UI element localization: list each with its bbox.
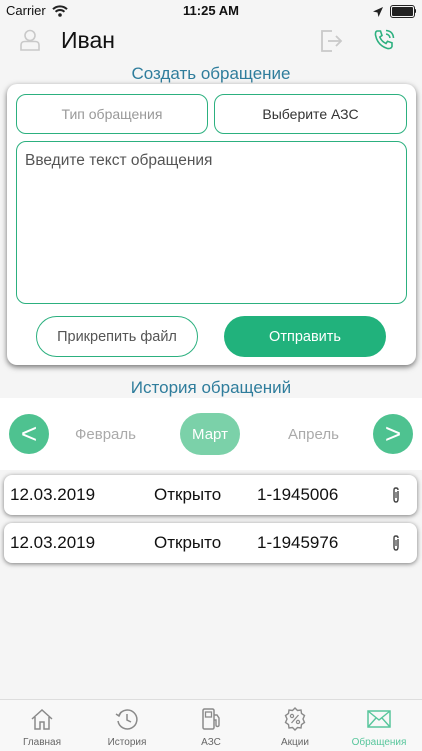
request-type-select[interactable]: Тип обращения: [16, 94, 208, 134]
home-icon: [29, 706, 55, 737]
row-date: 12.03.2019: [10, 485, 96, 504]
status-bar: Carrier 11:25 AM: [0, 0, 422, 22]
tab-requests[interactable]: Обращения: [337, 700, 421, 750]
tab-history[interactable]: История: [85, 700, 169, 750]
tab-label: Обращения: [351, 737, 407, 748]
location-arrow-icon: [372, 5, 384, 23]
create-request-title: Создать обращение: [131, 64, 291, 83]
month-prev-label[interactable]: Февраль: [75, 426, 136, 443]
tab-gas-stations[interactable]: АЗС: [169, 700, 253, 750]
logout-icon[interactable]: [318, 28, 344, 59]
tab-label: История: [107, 737, 147, 748]
envelope-icon: [365, 706, 393, 737]
tab-label: АЗС: [201, 737, 221, 748]
table-row[interactable]: 12.03.2019 Открыто 1-1945976: [4, 523, 417, 563]
tab-home[interactable]: Главная: [0, 700, 84, 750]
attach-file-button[interactable]: Прикрепить файл: [36, 316, 198, 357]
paperclip-icon[interactable]: [390, 486, 402, 509]
row-status: Открыто: [154, 533, 222, 552]
tab-label: Акции: [281, 737, 309, 748]
row-status: Открыто: [154, 485, 222, 504]
battery-tip: [414, 9, 416, 13]
battery-icon: [390, 5, 415, 18]
table-row[interactable]: 12.03.2019 Открыто 1-1945006: [4, 475, 417, 515]
tab-label: Главная: [22, 737, 62, 748]
message-textarea[interactable]: Введите текст обращения: [16, 141, 407, 304]
gas-station-select[interactable]: Выберите АЗС: [214, 94, 407, 134]
clock-time: 11:25 AM: [183, 3, 239, 18]
row-date: 12.03.2019: [10, 533, 96, 552]
month-current-label[interactable]: Март: [180, 413, 240, 455]
paperclip-icon[interactable]: [390, 534, 402, 557]
row-id: 1-1945006: [257, 485, 339, 504]
phone-call-icon[interactable]: [372, 28, 396, 57]
tab-promotions[interactable]: Акции: [253, 700, 337, 750]
discount-icon: [282, 706, 308, 737]
row-id: 1-1945976: [257, 533, 339, 552]
fuel-pump-icon: [198, 706, 224, 737]
prev-month-button[interactable]: <: [9, 414, 49, 454]
user-icon[interactable]: [20, 29, 40, 56]
month-next-label[interactable]: Апрель: [288, 426, 339, 443]
user-name: Иван: [61, 27, 115, 53]
send-button[interactable]: Отправить: [224, 316, 386, 357]
history-icon: [114, 706, 140, 737]
next-month-button[interactable]: >: [373, 414, 413, 454]
request-history-title: История обращений: [130, 378, 292, 397]
